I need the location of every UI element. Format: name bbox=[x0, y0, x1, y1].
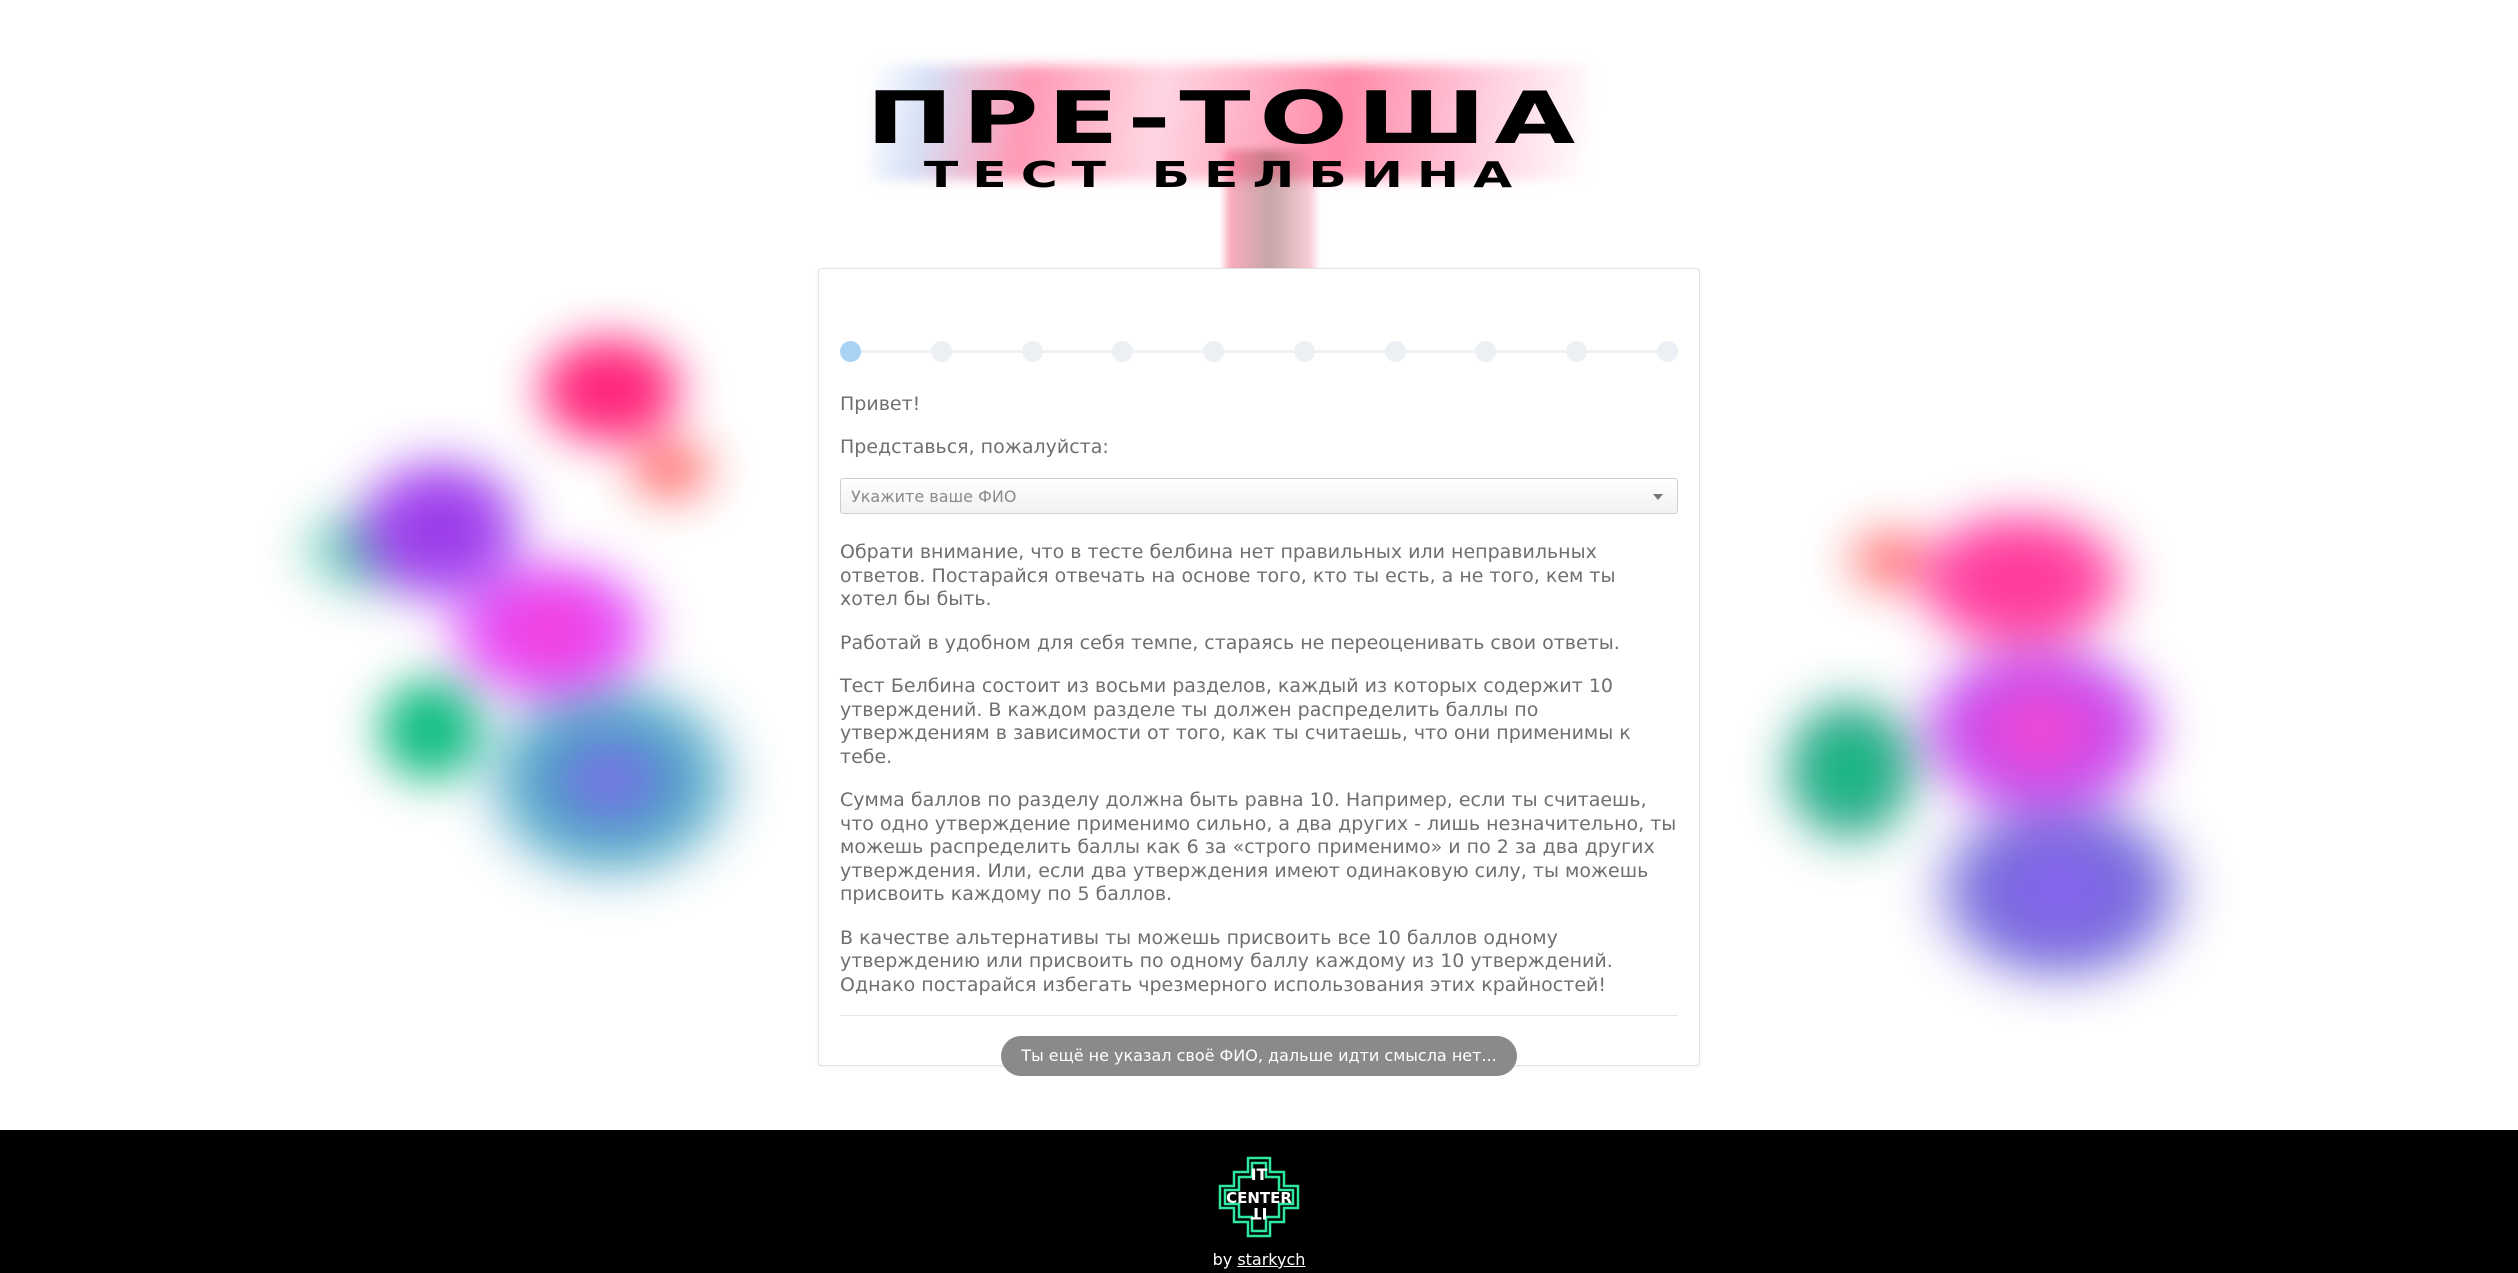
logo-title: ПРЕ-ТОША bbox=[866, 76, 1584, 160]
step-dot-6 bbox=[1293, 341, 1315, 362]
next-button[interactable]: Ты ещё не указал своё ФИО, дальше идти с… bbox=[1001, 1036, 1517, 1076]
chevron-down-icon bbox=[1653, 494, 1663, 500]
intro-paragraph: Тест Белбина состоит из восьми разделов,… bbox=[840, 675, 1631, 768]
author-link[interactable]: starkych bbox=[1237, 1250, 1305, 1269]
step-dot-4 bbox=[1112, 341, 1134, 362]
header-logo: ПРЕ-ТОША ТЕСТ БЕЛБИНА bbox=[855, 30, 1595, 300]
intro-paragraph: Сумма баллов по разделу должна быть равн… bbox=[840, 789, 1677, 905]
intro-paragraph: Обрати внимание, что в тесте белбина нет… bbox=[840, 541, 1616, 610]
logo-subtitle: ТЕСТ БЕЛБИНА bbox=[923, 155, 1527, 196]
step-dot-3 bbox=[1021, 341, 1043, 362]
step-dot-10 bbox=[1657, 341, 1678, 362]
step-dot-2 bbox=[930, 341, 952, 362]
step-dot-8 bbox=[1475, 341, 1497, 362]
step-dot-1 bbox=[840, 341, 861, 362]
logo-text-it: IT bbox=[1251, 1165, 1268, 1184]
step-dot-7 bbox=[1384, 341, 1406, 362]
intro-paragraph: Работай в удобном для себя темпе, старая… bbox=[840, 631, 1620, 654]
footer: IT CENTER IT by starkych bbox=[0, 1130, 2518, 1273]
credit-prefix: by bbox=[1212, 1250, 1238, 1269]
step-dot-9 bbox=[1566, 341, 1588, 362]
name-select[interactable]: Укажите ваше ФИО bbox=[840, 478, 1678, 514]
name-select-placeholder: Укажите ваше ФИО bbox=[851, 487, 1017, 506]
footer-credit: by starkych bbox=[0, 1250, 2518, 1269]
decorative-blob-left bbox=[290, 300, 850, 980]
divider bbox=[840, 1015, 1678, 1016]
progress-stepper bbox=[840, 332, 1678, 372]
logo-text-it-inverted: IT bbox=[1250, 1204, 1267, 1223]
stepper-track bbox=[850, 350, 1668, 353]
it-center-logo[interactable]: IT CENTER IT bbox=[1218, 1156, 1300, 1238]
test-intro-card: Привет! Представься, пожалуйста: Укажите… bbox=[818, 268, 1700, 1076]
intro-paragraph: В качестве альтернативы ты можешь присво… bbox=[840, 926, 1613, 996]
greeting-text: Привет! bbox=[840, 393, 921, 415]
decorative-blob-right bbox=[1740, 470, 2260, 1050]
introduce-prompt: Представься, пожалуйста: bbox=[840, 435, 1109, 458]
step-dot-5 bbox=[1203, 341, 1225, 362]
